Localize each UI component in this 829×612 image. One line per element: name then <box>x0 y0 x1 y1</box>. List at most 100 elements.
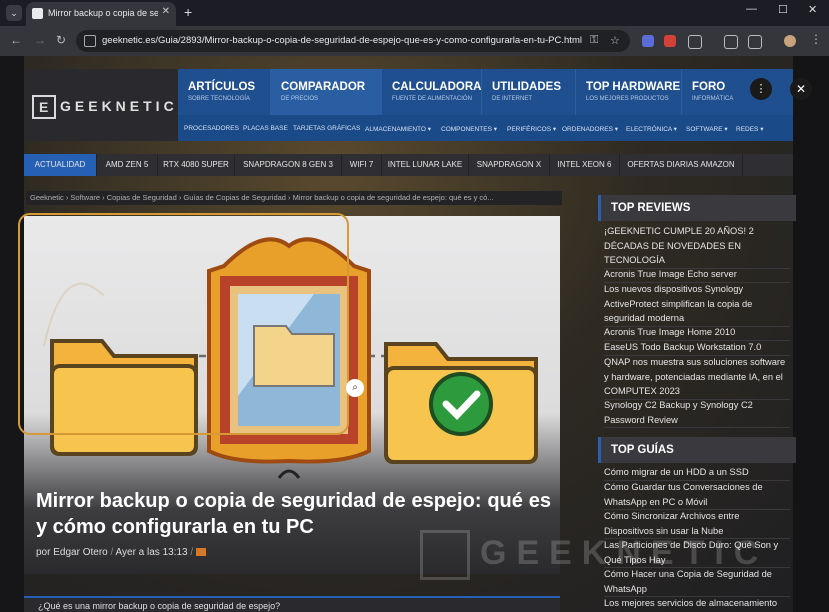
review-link[interactable]: Synology C2 Backup y Synology C2 Passwor… <box>604 398 790 428</box>
nav-foro[interactable]: FORO INFORMÁTICA <box>682 69 742 115</box>
password-key-icon[interactable]: ⚿ <box>590 34 598 47</box>
article-section-heading: ¿Qué es una mirror backup o copia de seg… <box>24 596 560 612</box>
guide-link[interactable]: Cómo Hacer una Copia de Seguridad de Wha… <box>604 567 790 597</box>
subnav-item[interactable]: ORDENADORES ▾ <box>562 125 618 133</box>
topic-item[interactable]: OFERTAS DIARIAS AMAZON <box>620 154 743 176</box>
review-link[interactable]: QNAP nos muestra sus soluciones software… <box>604 355 790 400</box>
check-circle-icon <box>429 372 493 436</box>
backup-folder <box>384 342 538 464</box>
trending-topics-bar: ACTUALIDAD AMD ZEN 5 RTX 4080 SUPER SNAP… <box>24 154 793 176</box>
site-favicon-icon <box>32 8 43 19</box>
refresh-arrow-icon <box>277 469 301 479</box>
sidebar-heading: TOP REVIEWS <box>611 202 691 214</box>
subnav-item[interactable]: TARJETAS GRÁFICAS <box>293 125 360 132</box>
review-link[interactable]: Acronis True Image Home 2010 <box>604 325 790 341</box>
subnav-item[interactable]: REDES ▾ <box>736 125 763 133</box>
nav-utilidades[interactable]: UTILIDADES DE INTERNET <box>482 69 576 115</box>
topic-item[interactable]: INTEL XEON 6 <box>550 154 620 176</box>
screen-selection-box[interactable] <box>18 213 349 435</box>
nav-subtitle: LOS MEJORES PRODUCTOS <box>586 96 669 102</box>
tab-close-icon[interactable]: ✕ <box>162 6 170 17</box>
back-button[interactable]: ← <box>10 33 22 47</box>
nav-subtitle: DE PRECIOS <box>281 96 319 102</box>
main-navigation: ARTÍCULOS SOBRE TECNOLOGÍA COMPARADOR DE… <box>178 69 793 115</box>
article-meta: por Edgar Otero / Ayer a las 13:13 / <box>36 547 206 558</box>
tab-search-button[interactable]: ⌄ <box>6 5 22 21</box>
forward-button[interactable]: → <box>34 33 46 47</box>
profile-avatar[interactable] <box>784 35 796 47</box>
nav-articulos[interactable]: ARTÍCULOS SOBRE TECNOLOGÍA <box>178 69 271 115</box>
nav-subtitle: DE INTERNET <box>492 96 533 102</box>
top-reviews-header: TOP REVIEWS <box>598 195 796 221</box>
review-link[interactable]: Los nuevos dispositivos Synology ActiveP… <box>604 282 790 327</box>
topic-item[interactable]: RTX 4080 SUPER <box>158 154 235 176</box>
minimize-button[interactable]: — <box>746 3 757 15</box>
subnav-item[interactable]: COMPONENTES ▾ <box>441 125 497 133</box>
reload-button[interactable]: ↻ <box>56 33 66 47</box>
nav-title: FORO <box>692 81 726 93</box>
site-logo[interactable]: E GEEKNETIC <box>24 69 178 141</box>
extension-icon[interactable] <box>664 35 676 47</box>
close-overlay-button[interactable]: ✕ <box>790 78 812 100</box>
side-panel-icon[interactable] <box>748 35 762 49</box>
topic-item[interactable]: INTEL LUNAR LAKE <box>382 154 469 176</box>
new-tab-button[interactable]: + <box>184 4 192 20</box>
logo-letter: E <box>39 99 49 115</box>
nav-title: ARTÍCULOS <box>188 81 256 93</box>
guide-link[interactable]: Los mejores servicios de almacenamiento <box>604 596 790 611</box>
url-text[interactable]: geeknetic.es/Guia/2893/Mirror-backup-o-c… <box>102 35 582 46</box>
subnav-item[interactable]: ALMACENAMIENTO ▾ <box>365 125 431 133</box>
nav-top-hardware[interactable]: TOP HARDWARE LOS MEJORES PRODUCTOS <box>576 69 682 115</box>
visual-search-icon[interactable]: ⌕ <box>346 379 364 397</box>
bookmark-star-icon[interactable]: ☆ <box>610 34 620 47</box>
watermark-logo-icon <box>420 530 470 580</box>
topic-item[interactable]: SNAPDRAGON X <box>469 154 550 176</box>
guide-link[interactable]: Las Particiones de Disco Duro: Qué Son y… <box>604 538 790 568</box>
nav-subtitle: INFORMÁTICA <box>692 96 734 102</box>
breadcrumb[interactable]: Geeknetic › Software › Copias de Segurid… <box>26 191 562 205</box>
site-info-icon[interactable] <box>84 35 96 47</box>
nav-calculadora[interactable]: CALCULADORA FUENTE DE ALIMENTACIÓN <box>382 69 482 115</box>
extensions-puzzle-icon[interactable] <box>688 35 702 49</box>
extension-icon[interactable] <box>642 35 654 47</box>
logo-text: GEEKNETIC <box>60 98 178 114</box>
article-author[interactable]: por Edgar Otero <box>36 547 108 558</box>
active-tab[interactable]: Mirror backup o copia de segu ✕ <box>26 2 176 26</box>
comments-icon[interactable] <box>195 548 206 557</box>
review-link[interactable]: Acronis True Image Echo server <box>604 267 790 283</box>
web-page: E GEEKNETIC ARTÍCULOS SOBRE TECNOLOGÍA C… <box>0 56 829 612</box>
maximize-button[interactable]: ☐ <box>778 3 788 16</box>
nav-subtitle: FUENTE DE ALIMENTACIÓN <box>392 96 472 102</box>
logo-mark-icon: E <box>32 95 56 119</box>
address-bar[interactable]: geeknetic.es/Guia/2893/Mirror-backup-o-c… <box>76 30 630 52</box>
category-navigation: PROCESADORES PLACAS BASE TARJETAS GRÁFIC… <box>178 115 793 141</box>
topic-item[interactable]: AMD ZEN 5 <box>97 154 158 176</box>
reading-list-icon[interactable] <box>724 35 738 49</box>
nav-title: TOP HARDWARE <box>586 81 681 93</box>
nav-comparador[interactable]: COMPARADOR DE PRECIOS <box>271 69 382 115</box>
topic-item[interactable]: WIFI 7 <box>342 154 382 176</box>
guide-link[interactable]: Cómo Sincronizar Archivos entre Disposit… <box>604 509 790 539</box>
close-window-button[interactable]: ✕ <box>808 3 817 16</box>
topic-item[interactable]: ACTUALIDAD <box>24 154 97 176</box>
subnav-item[interactable]: PERIFÉRICOS ▾ <box>507 125 556 133</box>
subnav-item[interactable]: PLACAS BASE <box>243 125 288 132</box>
guide-link[interactable]: Cómo migrar de un HDD a un SSD <box>604 465 790 481</box>
nav-title: COMPARADOR <box>281 81 366 93</box>
review-link[interactable]: EaseUS Todo Backup Workstation 7.0 <box>604 340 790 356</box>
topic-item[interactable]: SNAPDRAGON 8 GEN 3 <box>235 154 342 176</box>
sidebar-heading: TOP GUÍAS <box>611 444 674 456</box>
subnav-item[interactable]: ELECTRÓNICA ▾ <box>626 125 677 133</box>
subnav-item[interactable]: PROCESADORES <box>184 125 239 132</box>
nav-title: CALCULADORA <box>392 81 482 93</box>
guide-link[interactable]: Cómo Guardar tus Conversaciones de Whats… <box>604 480 790 510</box>
article-date: Ayer a las 13:13 <box>115 547 188 558</box>
review-link[interactable]: ¡GEEKNETIC CUMPLE 20 AÑOS! 2 DÉCADAS DE … <box>604 224 790 269</box>
subnav-item[interactable]: SOFTWARE ▾ <box>686 125 728 133</box>
browser-toolbar: ← → ↻ geeknetic.es/Guia/2893/Mirror-back… <box>0 26 829 56</box>
tab-title: Mirror backup o copia de segu <box>48 8 158 18</box>
top-guias-header: TOP GUÍAS <box>598 437 796 463</box>
nav-subtitle: SOBRE TECNOLOGÍA <box>188 96 250 102</box>
more-menu-icon[interactable]: ⋮ <box>810 32 822 46</box>
hamburger-menu-icon[interactable]: ⋮ <box>750 78 772 100</box>
